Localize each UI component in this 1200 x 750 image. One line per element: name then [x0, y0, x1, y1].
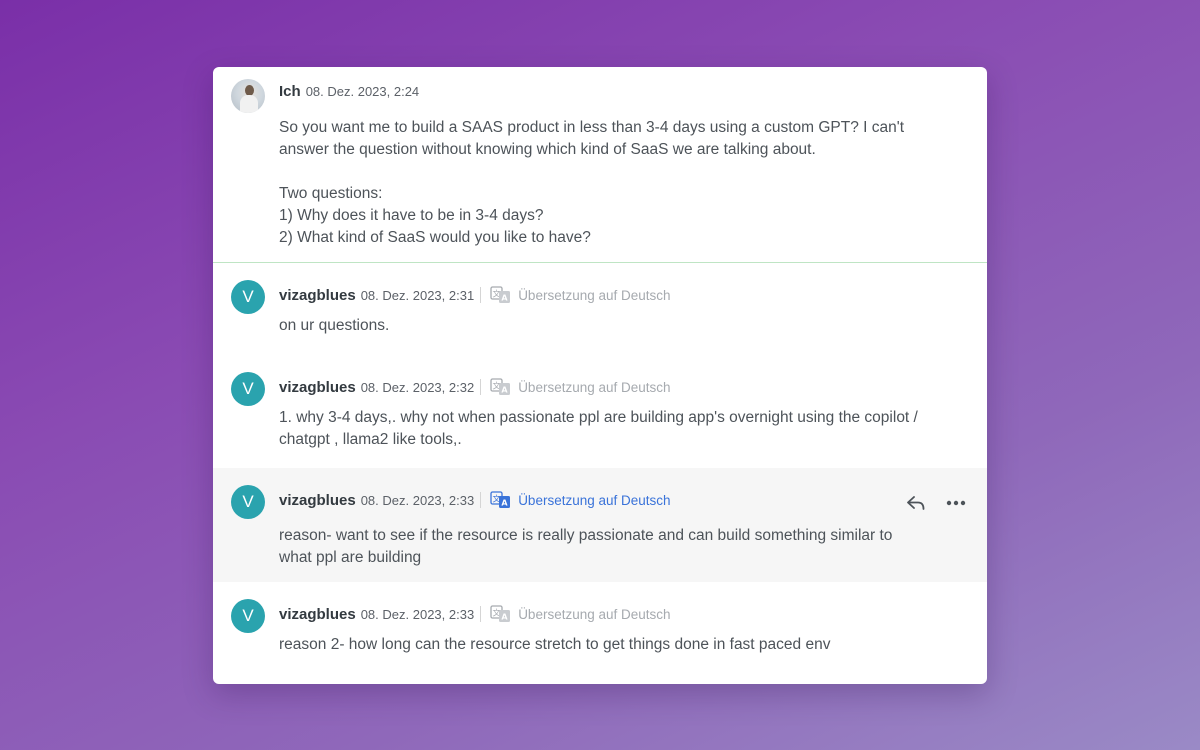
avatar[interactable]: V — [231, 280, 265, 314]
header-divider — [480, 606, 482, 622]
svg-text:A: A — [502, 386, 509, 395]
timestamp: 08. Dez. 2023, 2:33 — [360, 606, 475, 622]
translate-link[interactable]: Übersetzung auf Deutsch — [518, 607, 670, 622]
message-line: 1. why 3-4 days,. why not when passionat… — [279, 409, 918, 426]
message-item: V vizagblues 08. Dez. 2023, 2:32 文 A Übe… — [213, 355, 987, 468]
author-name[interactable]: vizagblues — [279, 606, 356, 623]
header-divider — [480, 287, 482, 303]
message-item: Ich 08. Dez. 2023, 2:24 So you want me t… — [213, 67, 987, 263]
message-line: 1) Why does it have to be in 3-4 days? — [279, 207, 544, 224]
translate-link[interactable]: Übersetzung auf Deutsch — [518, 380, 670, 395]
message-line: 2) What kind of SaaS would you like to h… — [279, 229, 591, 246]
avatar[interactable] — [231, 79, 265, 113]
message-header: Ich 08. Dez. 2023, 2:24 — [279, 83, 419, 100]
chat-card: Ich 08. Dez. 2023, 2:24 So you want me t… — [213, 67, 987, 684]
message-item-hovered: V vizagblues 08. Dez. 2023, 2:33 文 A Übe… — [213, 468, 987, 582]
message-text: 1. why 3-4 days,. why not when passionat… — [279, 407, 959, 451]
translate-icon[interactable]: 文 A — [490, 285, 512, 305]
avatar-photo-body — [240, 95, 258, 113]
translate-icon[interactable]: 文 A — [490, 490, 512, 510]
timestamp: 08. Dez. 2023, 2:32 — [360, 379, 475, 395]
svg-text:A: A — [502, 613, 509, 622]
message-line: on ur questions. — [279, 317, 390, 334]
translate-icon[interactable]: 文 A — [490, 604, 512, 624]
svg-text:A: A — [502, 499, 509, 508]
message-header: vizagblues 08. Dez. 2023, 2:33 文 A Übers… — [279, 604, 671, 624]
message-line: chatgpt , llama2 like tools,. — [279, 431, 462, 448]
message-item: V vizagblues 08. Dez. 2023, 2:33 文 A Übe… — [213, 582, 987, 684]
more-options-button[interactable] — [943, 492, 969, 514]
message-text: reason- want to see if the resource is r… — [279, 525, 959, 569]
author-name[interactable]: vizagblues — [279, 287, 356, 304]
message-line: answer the question without knowing whic… — [279, 141, 816, 158]
message-text: on ur questions. — [279, 315, 959, 337]
message-text: So you want me to build a SAAS product i… — [279, 117, 959, 249]
avatar[interactable]: V — [231, 599, 265, 633]
message-line: So you want me to build a SAAS product i… — [279, 119, 905, 136]
message-header: vizagblues 08. Dez. 2023, 2:33 文 A Übers… — [279, 490, 671, 510]
timestamp: 08. Dez. 2023, 2:24 — [305, 84, 420, 99]
message-actions — [889, 492, 969, 514]
translate-icon[interactable]: 文 A — [490, 377, 512, 397]
more-options-icon — [946, 500, 966, 506]
message-header: vizagblues 08. Dez. 2023, 2:31 文 A Übers… — [279, 285, 671, 305]
timestamp: 08. Dez. 2023, 2:33 — [360, 492, 475, 508]
message-line: what ppl are building — [279, 549, 422, 566]
avatar[interactable]: V — [231, 372, 265, 406]
header-divider — [480, 492, 482, 508]
message-line: reason- want to see if the resource is r… — [279, 527, 893, 544]
timestamp: 08. Dez. 2023, 2:31 — [360, 287, 475, 303]
message-header: vizagblues 08. Dez. 2023, 2:32 文 A Übers… — [279, 377, 671, 397]
message-line — [279, 161, 959, 183]
svg-text:A: A — [502, 294, 509, 303]
avatar[interactable]: V — [231, 485, 265, 519]
translate-link[interactable]: Übersetzung auf Deutsch — [518, 288, 670, 303]
message-line: Two questions: — [279, 185, 383, 202]
reply-icon — [907, 496, 925, 510]
header-divider — [480, 379, 482, 395]
reply-button[interactable] — [903, 492, 929, 514]
message-item: V vizagblues 08. Dez. 2023, 2:31 文 A Übe… — [213, 263, 987, 355]
author-name[interactable]: vizagblues — [279, 492, 356, 509]
message-text: reason 2- how long can the resource stre… — [279, 634, 959, 656]
author-name[interactable]: Ich — [279, 83, 301, 100]
message-line: reason 2- how long can the resource stre… — [279, 636, 831, 653]
author-name[interactable]: vizagblues — [279, 379, 356, 396]
translate-link[interactable]: Übersetzung auf Deutsch — [518, 493, 670, 508]
